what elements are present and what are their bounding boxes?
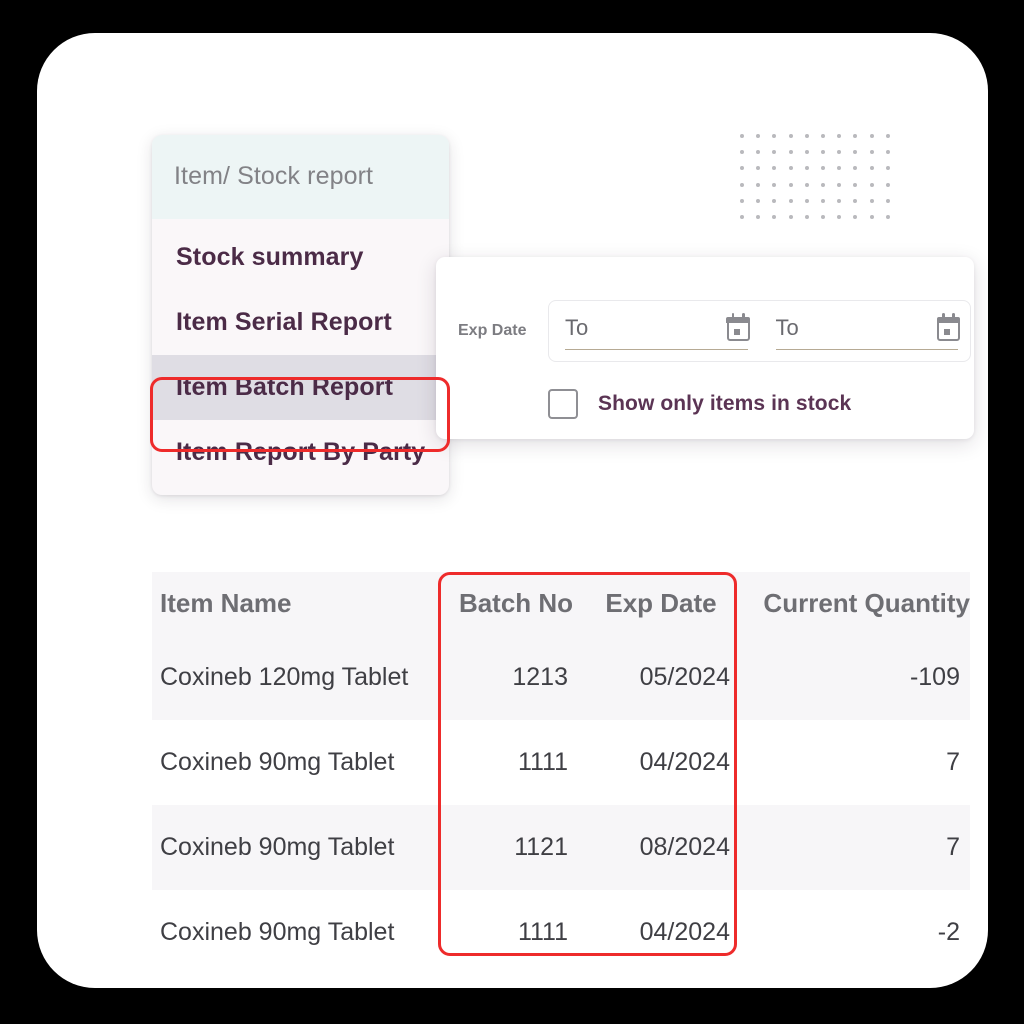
cell-item-name: Coxineb 90mg Tablet <box>160 918 395 946</box>
show-only-in-stock-label: Show only items in stock <box>598 392 852 415</box>
report-menu-panel: Item/ Stock report Stock summary Item Se… <box>152 135 449 495</box>
table-row[interactable]: Coxineb 90mg Tablet 1111 04/2024 7 <box>152 720 970 805</box>
item-batch-report-table: Item Name Batch No Exp Date Current Quan… <box>152 572 970 975</box>
cell-current-quantity: 7 <box>740 805 970 890</box>
table-row[interactable]: Coxineb 90mg Tablet 1121 08/2024 7 <box>152 805 970 890</box>
cell-current-quantity: 7 <box>946 748 960 776</box>
menu-item-stock-summary[interactable]: Stock summary <box>152 225 449 290</box>
screenshot-canvas: Item/ Stock report Stock summary Item Se… <box>0 0 1024 1024</box>
exp-date-to-placeholder: To <box>775 315 799 340</box>
show-only-in-stock-row[interactable]: Show only items in stock <box>548 389 851 419</box>
cell-exp-date: 04/2024 <box>639 918 730 946</box>
cell-item-name: Coxineb 90mg Tablet <box>160 748 395 776</box>
exp-date-label: Exp Date <box>458 322 527 339</box>
exp-date-filter-row: Exp Date To To <box>448 300 971 362</box>
exp-date-from-placeholder: To <box>565 315 589 340</box>
menu-item-label: Item Serial Report <box>176 308 392 336</box>
menu-item-item-batch-report[interactable]: Item Batch Report <box>152 355 449 420</box>
table-row[interactable]: Coxineb 120mg Tablet 1213 05/2024 -109 <box>152 635 970 720</box>
menu-item-item-report-by-party[interactable]: Item Report By Party <box>152 420 449 485</box>
show-only-in-stock-checkbox[interactable] <box>548 389 578 419</box>
menu-item-item-serial-report[interactable]: Item Serial Report <box>152 290 449 355</box>
cell-current-quantity: -109 <box>740 635 970 720</box>
calendar-icon[interactable] <box>936 312 961 341</box>
exp-date-to-field[interactable]: To <box>760 301 971 361</box>
field-underline <box>775 349 958 350</box>
column-header-item-name[interactable]: Item Name <box>152 572 450 635</box>
menu-item-label: Item Batch Report <box>176 373 394 401</box>
column-header-exp-date[interactable]: Exp Date <box>582 572 740 635</box>
cell-item-name: Coxineb 90mg Tablet <box>152 805 450 890</box>
dot-grid-decoration <box>740 134 902 231</box>
report-menu-list: Stock summary Item Serial Report Item Ba… <box>152 219 449 495</box>
column-header-batch-no[interactable]: Batch No <box>450 572 582 635</box>
cell-batch-no: 1111 <box>517 918 568 946</box>
table-row[interactable]: Coxineb 90mg Tablet 1111 04/2024 -2 <box>152 890 970 975</box>
cell-current-quantity: -2 <box>937 918 960 946</box>
exp-date-from-field[interactable]: To <box>549 301 760 361</box>
cell-exp-date: 04/2024 <box>639 748 730 776</box>
filter-panel: Exp Date To To Show only items in stock <box>436 257 974 439</box>
cell-batch-no: 1121 <box>450 805 582 890</box>
cell-batch-no: 1111 <box>517 748 568 776</box>
report-menu-header: Item/ Stock report <box>152 135 449 219</box>
exp-date-range-group: To To <box>548 300 971 362</box>
menu-item-label: Stock summary <box>176 243 364 271</box>
table-header-row: Item Name Batch No Exp Date Current Quan… <box>152 572 970 635</box>
column-header-current-quantity[interactable]: Current Quantity <box>740 572 970 635</box>
menu-item-label: Item Report By Party <box>176 438 426 466</box>
table-body: Coxineb 120mg Tablet 1213 05/2024 -109 C… <box>152 635 970 975</box>
cell-item-name: Coxineb 120mg Tablet <box>152 635 450 720</box>
cell-exp-date: 08/2024 <box>582 805 740 890</box>
table-header: Item Name Batch No Exp Date Current Quan… <box>152 572 970 635</box>
calendar-icon[interactable] <box>726 312 750 341</box>
cell-exp-date: 05/2024 <box>582 635 740 720</box>
field-underline <box>565 349 748 350</box>
cell-batch-no: 1213 <box>450 635 582 720</box>
app-card: Item/ Stock report Stock summary Item Se… <box>37 33 988 988</box>
